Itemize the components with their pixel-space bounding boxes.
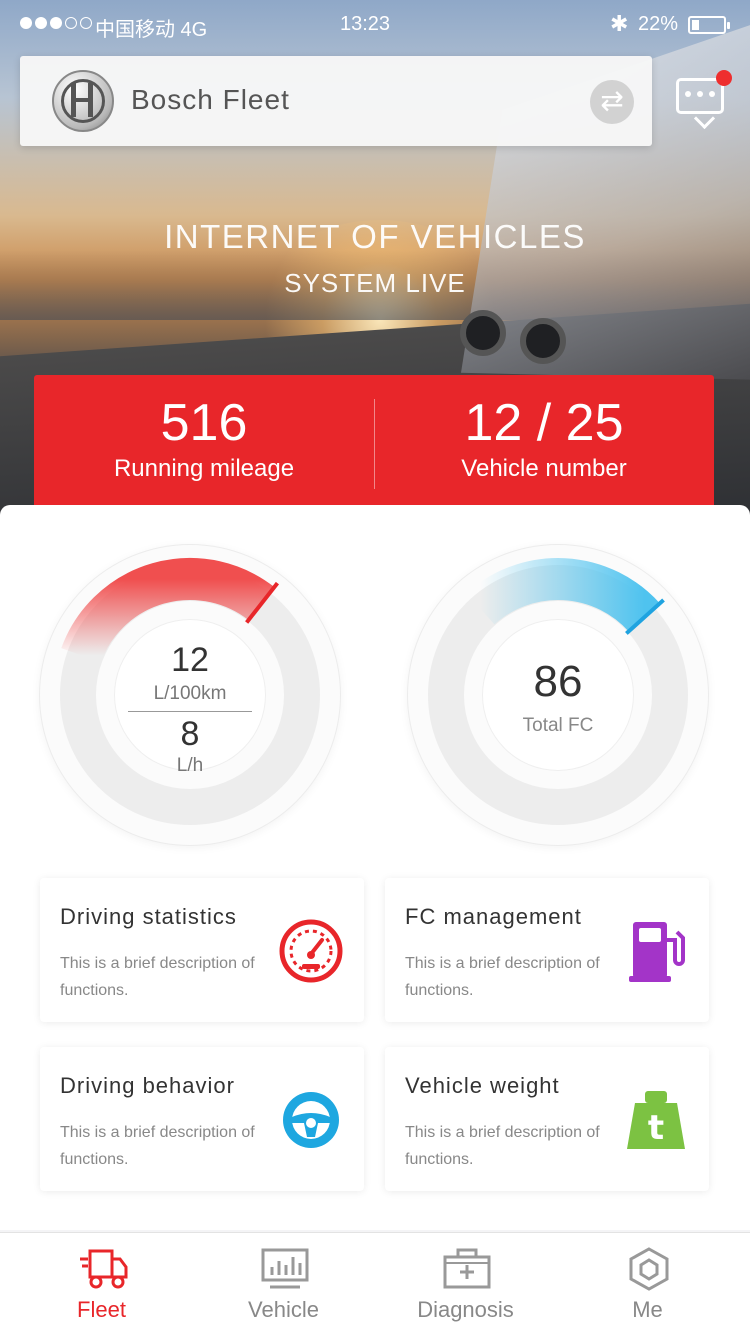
battery-icon: [688, 16, 730, 34]
bluetooth-icon: ✱: [610, 11, 629, 36]
total-fc-value: 86: [533, 657, 583, 706]
consumption-readout: 12 L/100km 8 L/h: [114, 619, 266, 776]
swap-arrows-icon[interactable]: ⇄: [590, 80, 634, 124]
tile-title: FC management: [405, 904, 582, 929]
consumption-per-100km-unit: L/100km: [153, 683, 227, 704]
tab-label: Vehicle: [248, 1297, 319, 1322]
tile-driving-behavior[interactable]: Driving behavior This is a brief descrip…: [40, 1047, 364, 1191]
mileage-label: Running mileage: [113, 455, 295, 482]
truck-wheel: [520, 318, 566, 364]
tile-title: Driving behavior: [60, 1073, 235, 1098]
hero-headline: INTERNET OF VEHICLES: [164, 218, 586, 255]
truck-wheel: [460, 310, 506, 356]
mileage-stat[interactable]: 516 Running mileage: [34, 375, 374, 495]
vehicle-number-stat[interactable]: 12 / 25 Vehicle number: [374, 375, 714, 495]
tile-description: This is a brief description of functions…: [60, 955, 255, 999]
weight-icon: t: [627, 1091, 685, 1149]
tab-vehicle[interactable]: Vehicle: [190, 1233, 377, 1334]
vehicle-number-value: 12 / 25: [464, 394, 624, 452]
first-aid-kit-icon: [443, 1248, 491, 1289]
tile-fc-management[interactable]: FC management This is a brief descriptio…: [385, 878, 709, 1022]
tile-title: Driving statistics: [60, 904, 237, 929]
speedometer-icon: [279, 919, 343, 983]
total-fc-readout: 86 Total FC: [482, 619, 634, 771]
tile-title: Vehicle weight: [405, 1073, 560, 1098]
tile-description: This is a brief description of functions…: [405, 955, 600, 999]
app-name: Bosch Fleet: [131, 84, 290, 115]
fleet-selector[interactable]: Bosch Fleet ⇄: [20, 56, 652, 146]
carrier-label: 中国移动 4G: [95, 19, 208, 41]
tab-label: Diagnosis: [417, 1297, 514, 1322]
svg-text:t: t: [648, 1108, 664, 1148]
tab-diagnosis[interactable]: Diagnosis: [372, 1233, 559, 1334]
steering-wheel-icon: [283, 1092, 339, 1148]
dashboard-card: 12 L/100km 8 L/h 86 Total FC Driving sta…: [0, 505, 750, 1230]
bottom-tab-bar: Fleet Vehicle Diagnosis Me: [0, 1232, 750, 1334]
status-bar: 中国移动 4G 13:23 ✱ 22%: [0, 0, 750, 50]
tab-label: Me: [632, 1297, 663, 1322]
consumption-per-hour-unit: L/h: [176, 755, 204, 776]
message-button[interactable]: [676, 70, 732, 120]
tab-me[interactable]: Me: [554, 1233, 741, 1334]
consumption-per-hour-value: 8: [180, 715, 200, 753]
tab-fleet[interactable]: Fleet: [8, 1233, 195, 1334]
bosch-logo-icon: [52, 70, 114, 132]
consumption-per-100km-value: 12: [171, 641, 209, 679]
battery-percentage: 22%: [638, 13, 679, 35]
signal-strength-icon: [20, 17, 92, 29]
tile-description: This is a brief description of functions…: [60, 1124, 255, 1168]
vehicle-number-label: Vehicle number: [461, 455, 627, 482]
fuel-consumption-gauge[interactable]: 12 L/100km 8 L/h: [40, 545, 340, 845]
hexagon-user-icon: [629, 1247, 669, 1291]
dashboard-icon: [261, 1248, 309, 1289]
notification-badge: [716, 70, 732, 86]
truck-icon: [80, 1249, 128, 1289]
tab-label: Fleet: [77, 1297, 126, 1322]
fuel-pump-icon: [629, 922, 685, 982]
mileage-value: 516: [160, 394, 248, 452]
fleet-stats-panel: 516 Running mileage 12 / 25 Vehicle numb…: [34, 375, 714, 515]
hero-subline: SYSTEM LIVE: [284, 268, 466, 298]
tile-driving-statistics[interactable]: Driving statistics This is a brief descr…: [40, 878, 364, 1022]
total-fc-gauge[interactable]: 86 Total FC: [408, 545, 708, 845]
readout-divider: [128, 711, 252, 712]
clock: 13:23: [340, 13, 391, 35]
total-fc-label: Total FC: [522, 715, 594, 736]
tile-description: This is a brief description of functions…: [405, 1124, 600, 1168]
total-fc-arc: [466, 558, 660, 632]
tile-vehicle-weight[interactable]: Vehicle weight This is a brief descripti…: [385, 1047, 709, 1191]
